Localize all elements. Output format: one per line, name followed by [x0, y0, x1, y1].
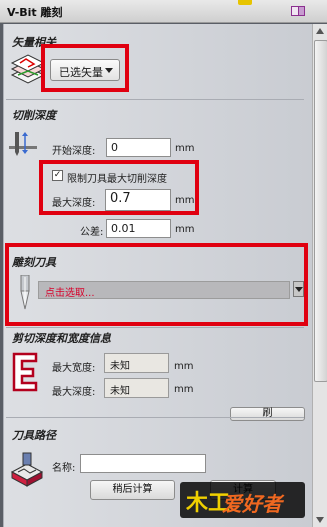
bookmark-tab [238, 0, 252, 5]
info-max-depth-unit: mm [174, 384, 194, 395]
highlight-vector-selector [41, 44, 129, 92]
refresh-info-button[interactable]: 刷 [230, 407, 305, 421]
highlight-max-depth [39, 160, 199, 215]
cut-depth-section-title: 切削深度 [12, 109, 56, 122]
toolpath-name-input[interactable] [80, 454, 206, 473]
scroll-down-icon[interactable] [316, 517, 324, 523]
window-titlebar: V-Bit 雕刻 [0, 0, 327, 23]
tolerance-label: 公差: [80, 227, 104, 238]
max-width-value: 未知 [104, 353, 169, 373]
start-depth-label: 开始深度: [52, 146, 96, 157]
window-title: V-Bit 雕刻 [7, 6, 63, 19]
book-icon[interactable] [290, 4, 306, 18]
info-section-title: 剪切深度和宽度信息 [12, 332, 111, 345]
calculate-later-button[interactable]: 稍后计算 [90, 480, 175, 500]
info-max-depth-value: 未知 [104, 378, 169, 398]
cut-depth-icon [9, 132, 37, 156]
text-e-icon [12, 352, 38, 392]
watermark-text-2: 爱好者 [222, 492, 282, 516]
tolerance-unit: mm [175, 224, 195, 235]
divider [6, 417, 304, 418]
toolpath-name-label: 名称: [52, 463, 76, 474]
max-width-unit: mm [174, 361, 194, 372]
divider [6, 99, 304, 100]
watermark-logo: 木工 爱好者 [180, 482, 305, 518]
max-width-label: 最大宽度: [52, 363, 96, 374]
highlight-tool [5, 243, 308, 326]
start-depth-unit: mm [175, 143, 195, 154]
toolpath-icon [10, 452, 44, 487]
scroll-up-icon[interactable] [316, 28, 324, 34]
divider [6, 327, 304, 328]
info-max-depth-label: 最大深度: [52, 387, 96, 398]
start-depth-input[interactable]: 0 [106, 138, 171, 157]
tolerance-input[interactable]: 0.01 [106, 219, 171, 238]
vertical-scrollbar[interactable] [312, 24, 327, 527]
scroll-thumb[interactable] [314, 40, 327, 382]
toolpath-section-title: 刀具路径 [12, 429, 56, 442]
